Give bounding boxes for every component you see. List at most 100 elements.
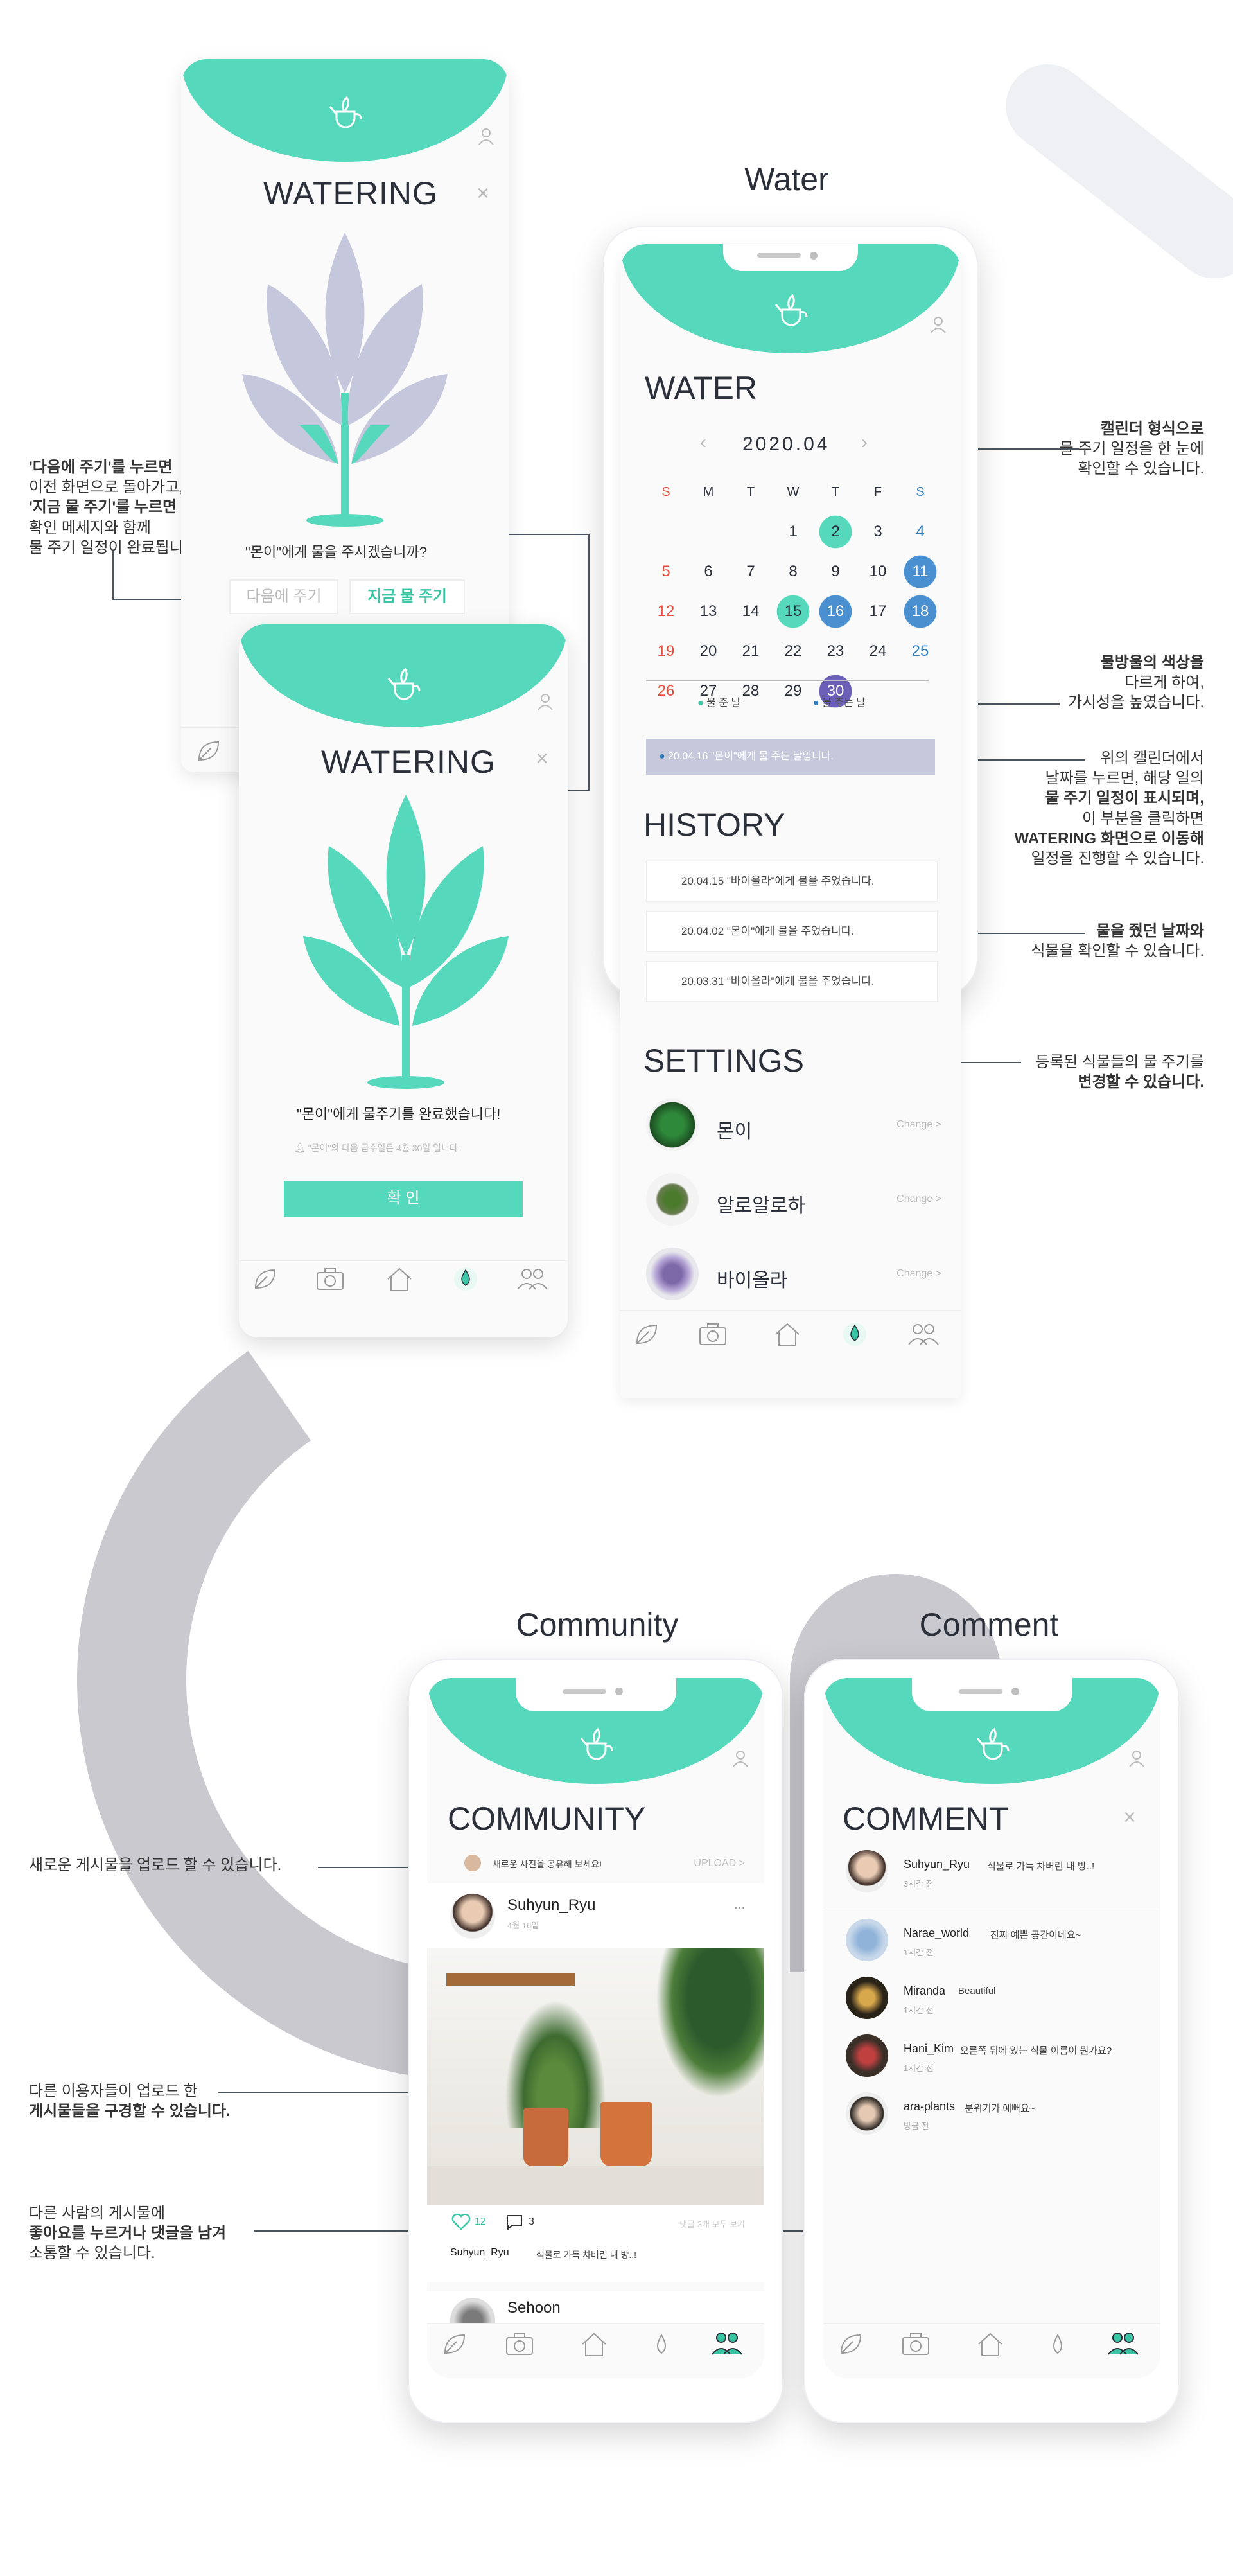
close-icon[interactable]: × xyxy=(1123,1805,1136,1830)
community-nav-icon[interactable] xyxy=(515,1267,550,1291)
comment-icon[interactable] xyxy=(505,2214,523,2230)
calendar-day[interactable]: 25 xyxy=(899,631,941,671)
water-nav-icon[interactable] xyxy=(649,2333,674,2358)
calendar-day[interactable]: 2 xyxy=(814,512,857,552)
camera-nav-icon[interactable] xyxy=(316,1267,344,1291)
community-nav-icon[interactable] xyxy=(710,2331,744,2357)
watering-title: WATERING xyxy=(321,744,496,780)
phone-notch xyxy=(723,244,858,271)
calendar-day[interactable]: 20 xyxy=(687,631,730,671)
comment-user[interactable]: Suhyun_Ryu xyxy=(904,1858,970,1871)
calendar-divider xyxy=(646,680,929,681)
annotation-later: '다음에 주기'를 누르면 이전 화면으로 돌아가고, '지금 물 주기'를 누르면… xyxy=(29,459,202,556)
comment-user[interactable]: Hani_Kim xyxy=(904,2042,954,2056)
close-icon[interactable]: × xyxy=(536,746,548,772)
share-prompt[interactable]: 새로운 사진을 공유해 보세요! xyxy=(493,1858,602,1871)
post-username[interactable]: Suhyun_Ryu xyxy=(507,1896,595,1914)
leaf-nav-icon[interactable] xyxy=(252,1267,277,1291)
leaf-nav-icon[interactable] xyxy=(195,739,221,763)
next-month-icon[interactable]: › xyxy=(861,432,868,454)
water-nav-icon[interactable] xyxy=(842,1321,868,1347)
weekday-label: T xyxy=(831,484,840,499)
weekday-label: M xyxy=(703,484,714,499)
calendar-day[interactable]: 10 xyxy=(857,552,899,592)
view-comments-link[interactable]: 댓글 3개 모두 보기 xyxy=(679,2218,745,2230)
comment-user[interactable]: Miranda xyxy=(904,1984,945,1998)
calendar-day[interactable]: 17 xyxy=(857,592,899,631)
selected-day-text: 20.04.16 "몬이"에게 물 주는 날입니다. xyxy=(668,751,834,762)
selected-day-banner[interactable]: ● 20.04.16 "몬이"에게 물 주는 날입니다. xyxy=(646,739,935,775)
water-now-button[interactable]: 지금 물 주기 xyxy=(349,579,465,614)
user-icon[interactable] xyxy=(477,127,496,146)
more-menu-icon[interactable]: ... xyxy=(734,1898,745,1912)
community-page-title: Community xyxy=(516,1607,679,1643)
weekday-label: W xyxy=(787,484,800,499)
calendar-day[interactable]: 6 xyxy=(687,552,730,592)
watering-can-logo-icon xyxy=(774,294,808,326)
table-top xyxy=(427,2166,764,2205)
leaf-nav-icon[interactable] xyxy=(633,1323,659,1346)
calendar-day[interactable]: 3 xyxy=(857,512,899,552)
caption-user[interactable]: Suhyun_Ryu xyxy=(450,2247,509,2259)
change-link[interactable]: Change > xyxy=(896,1268,941,1280)
calendar-day[interactable]: 4 xyxy=(899,512,941,552)
water-nav-icon[interactable] xyxy=(1045,2333,1071,2358)
community-screen: COMMUNITY 새로운 사진을 공유해 보세요! UPLOAD > Suhy… xyxy=(427,1678,764,2378)
calendar-day[interactable]: 7 xyxy=(730,552,772,592)
calendar-day[interactable]: 9 xyxy=(814,552,857,592)
user-icon[interactable] xyxy=(929,315,948,334)
close-icon[interactable]: × xyxy=(477,181,489,206)
legend-to-water: ● 물 주는 날 xyxy=(813,694,866,709)
calendar-day[interactable]: 26 xyxy=(645,671,687,711)
comment-user[interactable]: ara-plants xyxy=(904,2100,955,2113)
community-nav-icon[interactable] xyxy=(1106,2331,1141,2357)
change-link[interactable]: Change > xyxy=(896,1194,941,1205)
plant-avatar xyxy=(646,1173,699,1226)
calendar-day[interactable]: 14 xyxy=(730,592,772,631)
change-link[interactable]: Change > xyxy=(896,1119,941,1131)
camera-nav-icon[interactable] xyxy=(505,2333,534,2356)
later-button[interactable]: 다음에 주기 xyxy=(229,579,338,614)
heart-icon[interactable] xyxy=(451,2214,471,2230)
calendar-day[interactable]: 18 xyxy=(899,592,941,631)
calendar-day[interactable]: 21 xyxy=(730,631,772,671)
history-item: 20.03.31 "바이올라"에게 물을 주었습니다. xyxy=(646,961,938,1002)
comment-time: 3시간 전 xyxy=(904,1879,934,1889)
home-nav-icon[interactable] xyxy=(580,2331,608,2357)
calendar-day[interactable]: 22 xyxy=(772,631,814,671)
comment-user[interactable]: Narae_world xyxy=(904,1927,969,1940)
calendar-day[interactable]: 5 xyxy=(645,552,687,592)
bell-icon: 🔔︎ xyxy=(294,1143,308,1153)
water-nav-icon[interactable] xyxy=(453,1266,478,1292)
calendar-day[interactable]: 19 xyxy=(645,631,687,671)
confirm-button[interactable]: 확 인 xyxy=(284,1181,523,1217)
upload-button[interactable]: UPLOAD > xyxy=(694,1858,745,1869)
calendar-day[interactable]: 16 xyxy=(814,592,857,631)
watering-question: "몬이"에게 물을 주시겠습니까? xyxy=(245,544,427,560)
user-icon[interactable] xyxy=(536,692,555,711)
bottom-nav xyxy=(823,2323,1160,2378)
home-nav-icon[interactable] xyxy=(385,1266,414,1292)
calendar-day[interactable]: 23 xyxy=(814,631,857,671)
user-icon[interactable] xyxy=(1127,1749,1146,1768)
next-post-username[interactable]: Sehoon xyxy=(507,2299,561,2317)
calendar-day[interactable]: 13 xyxy=(687,592,730,631)
home-nav-icon[interactable] xyxy=(773,1321,801,1347)
prev-month-icon[interactable]: ‹ xyxy=(700,432,706,454)
camera-nav-icon[interactable] xyxy=(902,2333,930,2356)
calendar-day[interactable]: 1 xyxy=(772,512,814,552)
calendar-day[interactable]: 12 xyxy=(645,592,687,631)
comment-phone-frame: COMMENT × Suhyun_Ryu 식물로 가득 차버린 내 방..! 3시간… xyxy=(804,1659,1180,2423)
leaves-right xyxy=(645,1948,764,2115)
calendar-day[interactable]: 11 xyxy=(899,552,941,592)
calendar-day[interactable]: 8 xyxy=(772,552,814,592)
leaf-nav-icon[interactable] xyxy=(441,2333,467,2356)
calendar-day[interactable]: 24 xyxy=(857,631,899,671)
user-icon[interactable] xyxy=(731,1749,750,1768)
calendar-day[interactable]: 15 xyxy=(772,592,814,631)
home-nav-icon[interactable] xyxy=(976,2331,1004,2357)
camera-nav-icon[interactable] xyxy=(699,1323,727,1346)
community-nav-icon[interactable] xyxy=(906,1323,941,1346)
calendar-day[interactable]: 29 xyxy=(772,671,814,711)
leaf-nav-icon[interactable] xyxy=(837,2333,863,2356)
